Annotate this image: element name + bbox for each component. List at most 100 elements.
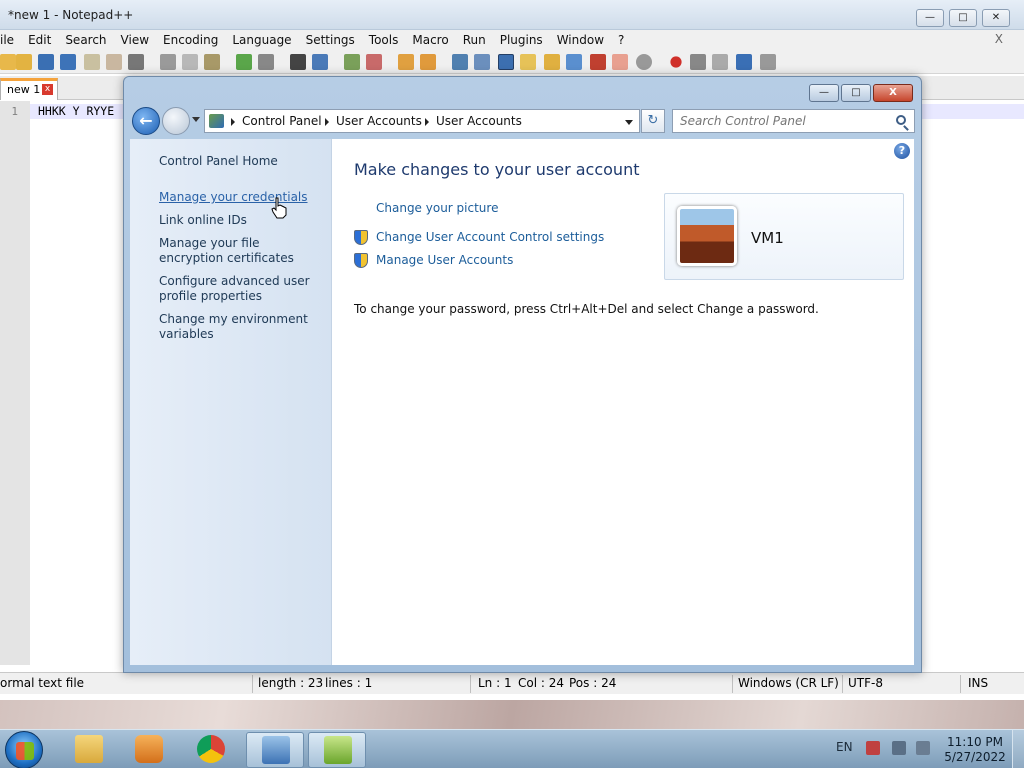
search-input[interactable] (673, 110, 883, 132)
copy-icon[interactable] (182, 54, 198, 70)
zoom-out-icon[interactable] (366, 54, 382, 70)
notepadpp-minimize-button[interactable]: — (916, 9, 944, 27)
menu-macro[interactable]: Macro (405, 33, 455, 47)
menu-tools[interactable]: Tools (362, 33, 406, 47)
replace-icon[interactable] (312, 54, 328, 70)
word-wrap-icon[interactable] (452, 54, 468, 70)
menu-help[interactable]: ? (611, 33, 631, 47)
sync-horizontal-icon[interactable] (420, 54, 436, 70)
search-box[interactable] (672, 109, 915, 133)
taskbar-control-panel[interactable] (246, 732, 304, 768)
redo-icon[interactable] (258, 54, 274, 70)
help-icon[interactable]: ? (894, 143, 910, 159)
back-button[interactable]: ← (132, 107, 160, 135)
undo-icon[interactable] (236, 54, 252, 70)
sidebar-file-encryption-certificates[interactable]: Manage your file encryption certificates (159, 236, 324, 266)
taskbar-chrome[interactable] (182, 732, 240, 768)
indent-guide-icon[interactable] (498, 54, 514, 70)
close-button[interactable]: X (873, 84, 913, 102)
menu-window[interactable]: Window (550, 33, 611, 47)
macro-save-icon[interactable] (760, 54, 776, 70)
tab-new-1[interactable]: new 1 x (0, 78, 58, 100)
breadcrumb-user-accounts[interactable]: User Accounts (336, 114, 422, 128)
notepadpp-close-button[interactable]: ✕ (982, 9, 1010, 27)
sync-vertical-icon[interactable] (398, 54, 414, 70)
breadcrumb-arrow-icon[interactable] (425, 118, 429, 126)
forward-button[interactable] (162, 107, 190, 135)
new-file-icon[interactable] (0, 54, 16, 70)
zoom-in-icon[interactable] (344, 54, 360, 70)
manage-user-accounts-link[interactable]: Manage User Accounts (376, 253, 513, 267)
input-language[interactable]: EN (836, 740, 853, 754)
tab-close-icon[interactable]: x (42, 84, 53, 95)
cut-icon[interactable] (160, 54, 176, 70)
network-icon[interactable] (892, 741, 906, 755)
breadcrumb-control-panel[interactable]: Control Panel (242, 114, 322, 128)
show-desktop-button[interactable] (1012, 730, 1024, 768)
menu-view[interactable]: View (114, 33, 156, 47)
menu-settings[interactable]: Settings (299, 33, 362, 47)
menu-plugins[interactable]: Plugins (493, 33, 550, 47)
address-dropdown-icon[interactable] (625, 120, 633, 125)
close-all-icon[interactable] (106, 54, 122, 70)
menu-close-doc[interactable]: X (988, 32, 1010, 46)
menu-run[interactable]: Run (456, 33, 493, 47)
avatar[interactable] (677, 206, 737, 266)
save-all-icon[interactable] (60, 54, 76, 70)
menu-language[interactable]: Language (225, 33, 298, 47)
search-icon[interactable] (896, 115, 906, 125)
line-number-gutter: 1 (0, 101, 30, 665)
menu-search[interactable]: Search (58, 33, 113, 47)
monitoring-icon[interactable] (612, 54, 628, 70)
record-stop-icon[interactable] (636, 54, 652, 70)
minimize-button[interactable]: — (809, 84, 839, 102)
close-file-icon[interactable] (84, 54, 100, 70)
function-list-icon[interactable] (566, 54, 582, 70)
breadcrumb-arrow-icon[interactable] (231, 118, 235, 126)
taskbar-media-player[interactable] (120, 732, 178, 768)
sidebar-link-online-ids[interactable]: Link online IDs (159, 213, 324, 228)
notepadpp-maximize-button[interactable]: □ (949, 9, 977, 27)
system-clock[interactable]: 11:10 PM 5/27/2022 (940, 735, 1010, 765)
sidebar-environment-variables[interactable]: Change my environment variables (159, 312, 324, 342)
notepadpp-menu-bar: ile Edit Search View Encoding Language S… (0, 30, 1024, 50)
find-icon[interactable] (290, 54, 306, 70)
hand-cursor-icon (271, 197, 287, 219)
taskbar-explorer[interactable] (60, 732, 118, 768)
user-accounts-window: — □ X ← Control Panel User Accounts User… (123, 76, 922, 673)
sidebar-advanced-profile-properties[interactable]: Configure advanced user profile properti… (159, 274, 324, 304)
change-uac-settings-link[interactable]: Change User Account Control settings (376, 230, 604, 244)
account-name: VM1 (751, 229, 784, 247)
macro-run-multiple-icon[interactable] (736, 54, 752, 70)
refresh-button[interactable]: ↻ (641, 109, 665, 133)
action-center-icon[interactable] (866, 741, 880, 755)
show-all-chars-icon[interactable] (474, 54, 490, 70)
save-icon[interactable] (38, 54, 54, 70)
doc-map-icon[interactable] (544, 54, 560, 70)
notepadpp-title-bar[interactable]: *new 1 - Notepad++ — □ ✕ (0, 0, 1024, 30)
breadcrumb-arrow-icon[interactable] (325, 118, 329, 126)
sidebar-control-panel-home[interactable]: Control Panel Home (159, 154, 324, 169)
start-button[interactable] (5, 731, 43, 768)
paste-icon[interactable] (204, 54, 220, 70)
address-bar[interactable]: Control Panel User Accounts User Account… (204, 109, 640, 133)
sidebar-manage-credentials[interactable]: Manage your credentials (159, 190, 324, 205)
folder-workspace-icon[interactable] (590, 54, 606, 70)
volume-icon[interactable] (916, 741, 930, 755)
menu-file[interactable]: ile (0, 33, 21, 47)
recent-pages-dropdown-icon[interactable] (192, 117, 200, 122)
taskbar-notepadpp[interactable] (308, 732, 366, 768)
print-icon[interactable] (128, 54, 144, 70)
open-file-icon[interactable] (16, 54, 32, 70)
lang-define-icon[interactable] (520, 54, 536, 70)
status-eol: Windows (CR LF) (738, 676, 839, 690)
maximize-button[interactable]: □ (841, 84, 871, 102)
macro-record-icon[interactable] (670, 56, 682, 68)
menu-edit[interactable]: Edit (21, 33, 58, 47)
macro-stop-icon[interactable] (690, 54, 706, 70)
breadcrumb-user-accounts-current[interactable]: User Accounts (436, 114, 522, 128)
change-picture-link[interactable]: Change your picture (376, 201, 498, 215)
editor-text[interactable]: HHKK Y RYYE (38, 104, 114, 118)
menu-encoding[interactable]: Encoding (156, 33, 225, 47)
macro-play-icon[interactable] (712, 54, 728, 70)
